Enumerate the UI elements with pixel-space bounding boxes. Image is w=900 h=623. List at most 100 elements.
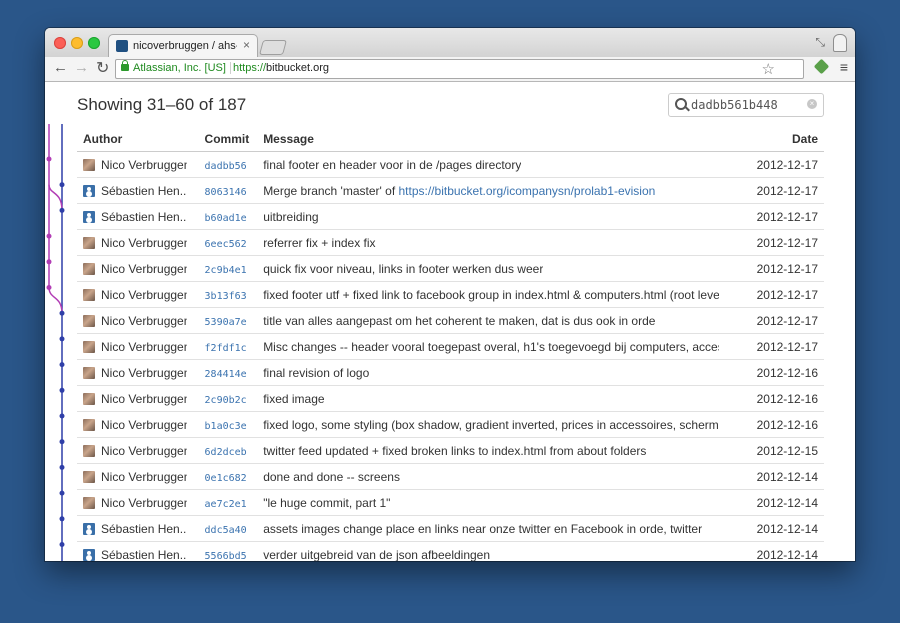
- author-name[interactable]: Nico Verbruggen: [101, 496, 187, 510]
- author-name[interactable]: Nico Verbruggen: [101, 470, 187, 484]
- avatar[interactable]: [83, 236, 95, 249]
- author-cell: Nico Verbruggen: [77, 229, 199, 256]
- table-row[interactable]: Nico Verbruggen 3b13f63 fixed footer utf +…: [77, 281, 824, 308]
- author-name[interactable]: Nico Verbruggen: [101, 418, 187, 432]
- avatar[interactable]: [83, 470, 95, 483]
- table-row[interactable]: Sébastien Hen... 8063146 Merge branch 'mas…: [77, 177, 824, 204]
- commit-message-text: verder uitgebreid van de json afbeelding…: [263, 547, 491, 562]
- commit-hash-link[interactable]: 2c90b2c: [205, 395, 247, 406]
- minimize-window-button[interactable]: [71, 37, 83, 49]
- table-row[interactable]: Nico Verbruggen 0e1c682 done and done -- s…: [77, 463, 824, 490]
- clear-search-icon[interactable]: ×: [807, 99, 817, 109]
- avatar[interactable]: [83, 184, 95, 197]
- author-name[interactable]: Nico Verbruggen: [101, 158, 187, 172]
- table-row[interactable]: Sébastien Hen... 5566bd5 verder uitgebreid…: [77, 541, 824, 562]
- commit-hash-link[interactable]: dadbb56: [205, 161, 247, 172]
- commit-hash-link[interactable]: 6eec562: [205, 239, 247, 250]
- table-row[interactable]: Nico Verbruggen ae7c2e1 "le huge commit, p…: [77, 489, 824, 516]
- commit-hash-link[interactable]: b60ad1e: [205, 213, 247, 224]
- commit-cell: dadbb56: [198, 151, 258, 178]
- table-row[interactable]: Nico Verbruggen b1a0c3e fixed logo, some s…: [77, 411, 824, 438]
- author-name[interactable]: Nico Verbruggen: [101, 366, 187, 380]
- zoom-window-button[interactable]: [88, 37, 100, 49]
- hamburger-menu-icon[interactable]: ≡: [840, 59, 848, 75]
- commit-message: fixed logo, some styling (box shadow, gr…: [263, 418, 719, 432]
- author-name[interactable]: Nico Verbruggen: [101, 314, 187, 328]
- message-cell: verder uitgebreid van de json afbeelding…: [257, 541, 739, 562]
- table-row[interactable]: Nico Verbruggen 6eec562 referrer fix + ind…: [77, 229, 824, 256]
- author-name[interactable]: Nico Verbruggen: [101, 392, 187, 406]
- avatar[interactable]: [83, 444, 95, 457]
- fullscreen-icon[interactable]: ⤡: [815, 35, 825, 50]
- bitbucket-favicon-icon: [116, 40, 128, 52]
- forward-arrow-icon[interactable]: →: [74, 59, 89, 76]
- commit-hash-link[interactable]: 6d2dceb: [205, 447, 247, 458]
- bookmark-star-icon[interactable]: ☆: [762, 60, 775, 78]
- tab-close-icon[interactable]: ×: [243, 38, 250, 52]
- avatar[interactable]: [83, 366, 95, 379]
- new-tab-button[interactable]: [258, 40, 288, 55]
- table-row[interactable]: Nico Verbruggen 5390a7e title van alles aa…: [77, 307, 824, 334]
- author-name[interactable]: Sébastien Hen...: [101, 184, 187, 198]
- extension-icon[interactable]: [813, 58, 830, 75]
- commit-hash-link[interactable]: f2fdf1c: [205, 343, 247, 354]
- table-row[interactable]: Nico Verbruggen dadbb56 final footer en he…: [77, 151, 824, 178]
- url-text[interactable]: https://bitbucket.org: [233, 62, 329, 74]
- avatar[interactable]: [83, 496, 95, 509]
- author-name[interactable]: Sébastien Hen...: [101, 522, 187, 536]
- commit-date: 2012-12-17: [738, 333, 824, 360]
- commit-hash-link[interactable]: ddc5a40: [205, 525, 247, 536]
- author-name[interactable]: Nico Verbruggen: [101, 236, 187, 250]
- table-row[interactable]: Sébastien Hen... b60ad1e uitbreiding 2012-1…: [77, 203, 824, 230]
- user-profile-icon[interactable]: [833, 34, 847, 52]
- author-name[interactable]: Sébastien Hen...: [101, 210, 187, 224]
- ev-certificate-badge[interactable]: Atlassian, Inc. [US]: [133, 62, 231, 74]
- author-name[interactable]: Nico Verbruggen: [101, 444, 187, 458]
- author-name[interactable]: Nico Verbruggen: [101, 340, 187, 354]
- commit-hash-link[interactable]: 0e1c682: [205, 473, 247, 484]
- commit-hash-link[interactable]: b1a0c3e: [205, 421, 247, 432]
- avatar[interactable]: [83, 288, 95, 301]
- table-row[interactable]: Nico Verbruggen 2c90b2c fixed image 2012-12…: [77, 385, 824, 412]
- search-input[interactable]: dadbb561b448: [691, 98, 778, 112]
- commit-message: final footer en header voor in de /pages…: [263, 158, 521, 172]
- commit-search-field[interactable]: dadbb561b448 ×: [668, 93, 824, 117]
- commit-date: 2012-12-16: [738, 411, 824, 438]
- avatar[interactable]: [83, 314, 95, 327]
- table-row[interactable]: Nico Verbruggen f2fdf1c Misc changes -- he…: [77, 333, 824, 360]
- author-name[interactable]: Nico Verbruggen: [101, 262, 187, 276]
- back-arrow-icon[interactable]: ←: [53, 59, 68, 76]
- commit-hash-link[interactable]: 5566bd5: [205, 551, 247, 562]
- avatar[interactable]: [83, 548, 95, 561]
- avatar[interactable]: [83, 262, 95, 275]
- commit-message-link[interactable]: https://bitbucket.org/icompanysn/prolab1…: [399, 184, 656, 198]
- avatar[interactable]: [83, 340, 95, 353]
- author-cell: Nico Verbruggen: [77, 463, 199, 490]
- table-row[interactable]: Nico Verbruggen 6d2dceb twitter feed updat…: [77, 437, 824, 464]
- close-window-button[interactable]: [54, 37, 66, 49]
- graph-commit-dot: [59, 310, 65, 316]
- commit-hash-link[interactable]: 5390a7e: [205, 317, 247, 328]
- table-row[interactable]: Nico Verbruggen 284414e final revision of …: [77, 359, 824, 386]
- avatar[interactable]: [83, 522, 95, 535]
- author-cell: Nico Verbruggen: [77, 255, 199, 282]
- table-row[interactable]: Sébastien Hen... ddc5a40 assets images cha…: [77, 515, 824, 542]
- author-name[interactable]: Nico Verbruggen: [101, 288, 187, 302]
- avatar[interactable]: [83, 418, 95, 431]
- reload-icon[interactable]: ↻: [96, 58, 109, 78]
- browser-tab[interactable]: nicoverbruggen / ahs-evi ×: [108, 34, 258, 58]
- commit-hash-link[interactable]: 284414e: [205, 369, 247, 380]
- address-bar[interactable]: Atlassian, Inc. [US] https://bitbucket.o…: [115, 59, 804, 79]
- commit-date: 2012-12-14: [738, 515, 824, 542]
- commit-cell: 3b13f63: [198, 281, 258, 308]
- commit-hash-link[interactable]: ae7c2e1: [205, 499, 247, 510]
- graph-commit-dot: [59, 182, 65, 188]
- author-name[interactable]: Sébastien Hen...: [101, 548, 187, 562]
- avatar[interactable]: [83, 210, 95, 223]
- avatar[interactable]: [83, 392, 95, 405]
- table-row[interactable]: Nico Verbruggen 2c9b4e1 quick fix voor niv…: [77, 255, 824, 282]
- commit-hash-link[interactable]: 2c9b4e1: [205, 265, 247, 276]
- commit-hash-link[interactable]: 3b13f63: [205, 291, 247, 302]
- commit-hash-link[interactable]: 8063146: [205, 187, 247, 198]
- avatar[interactable]: [83, 158, 95, 171]
